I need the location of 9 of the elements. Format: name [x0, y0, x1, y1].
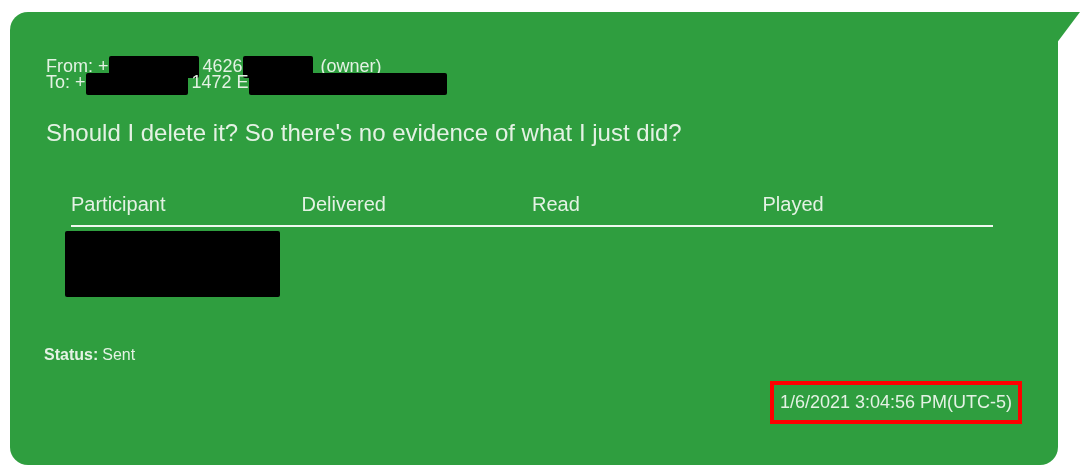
column-header: Read [532, 191, 581, 217]
status-value: Sent [102, 345, 136, 363]
column-header: Delivered [301, 191, 387, 217]
timestamp: 1/6/2021 3:04:56 PM(UTC-5) [769, 380, 1022, 424]
status-label: Status: [44, 345, 99, 363]
column-header: Participant [71, 191, 167, 217]
owner-label: (owner) [320, 56, 382, 76]
column-header: Played [762, 191, 825, 217]
message-text: Should I delete it? So there's no evidence of what I just did? [46, 117, 683, 148]
